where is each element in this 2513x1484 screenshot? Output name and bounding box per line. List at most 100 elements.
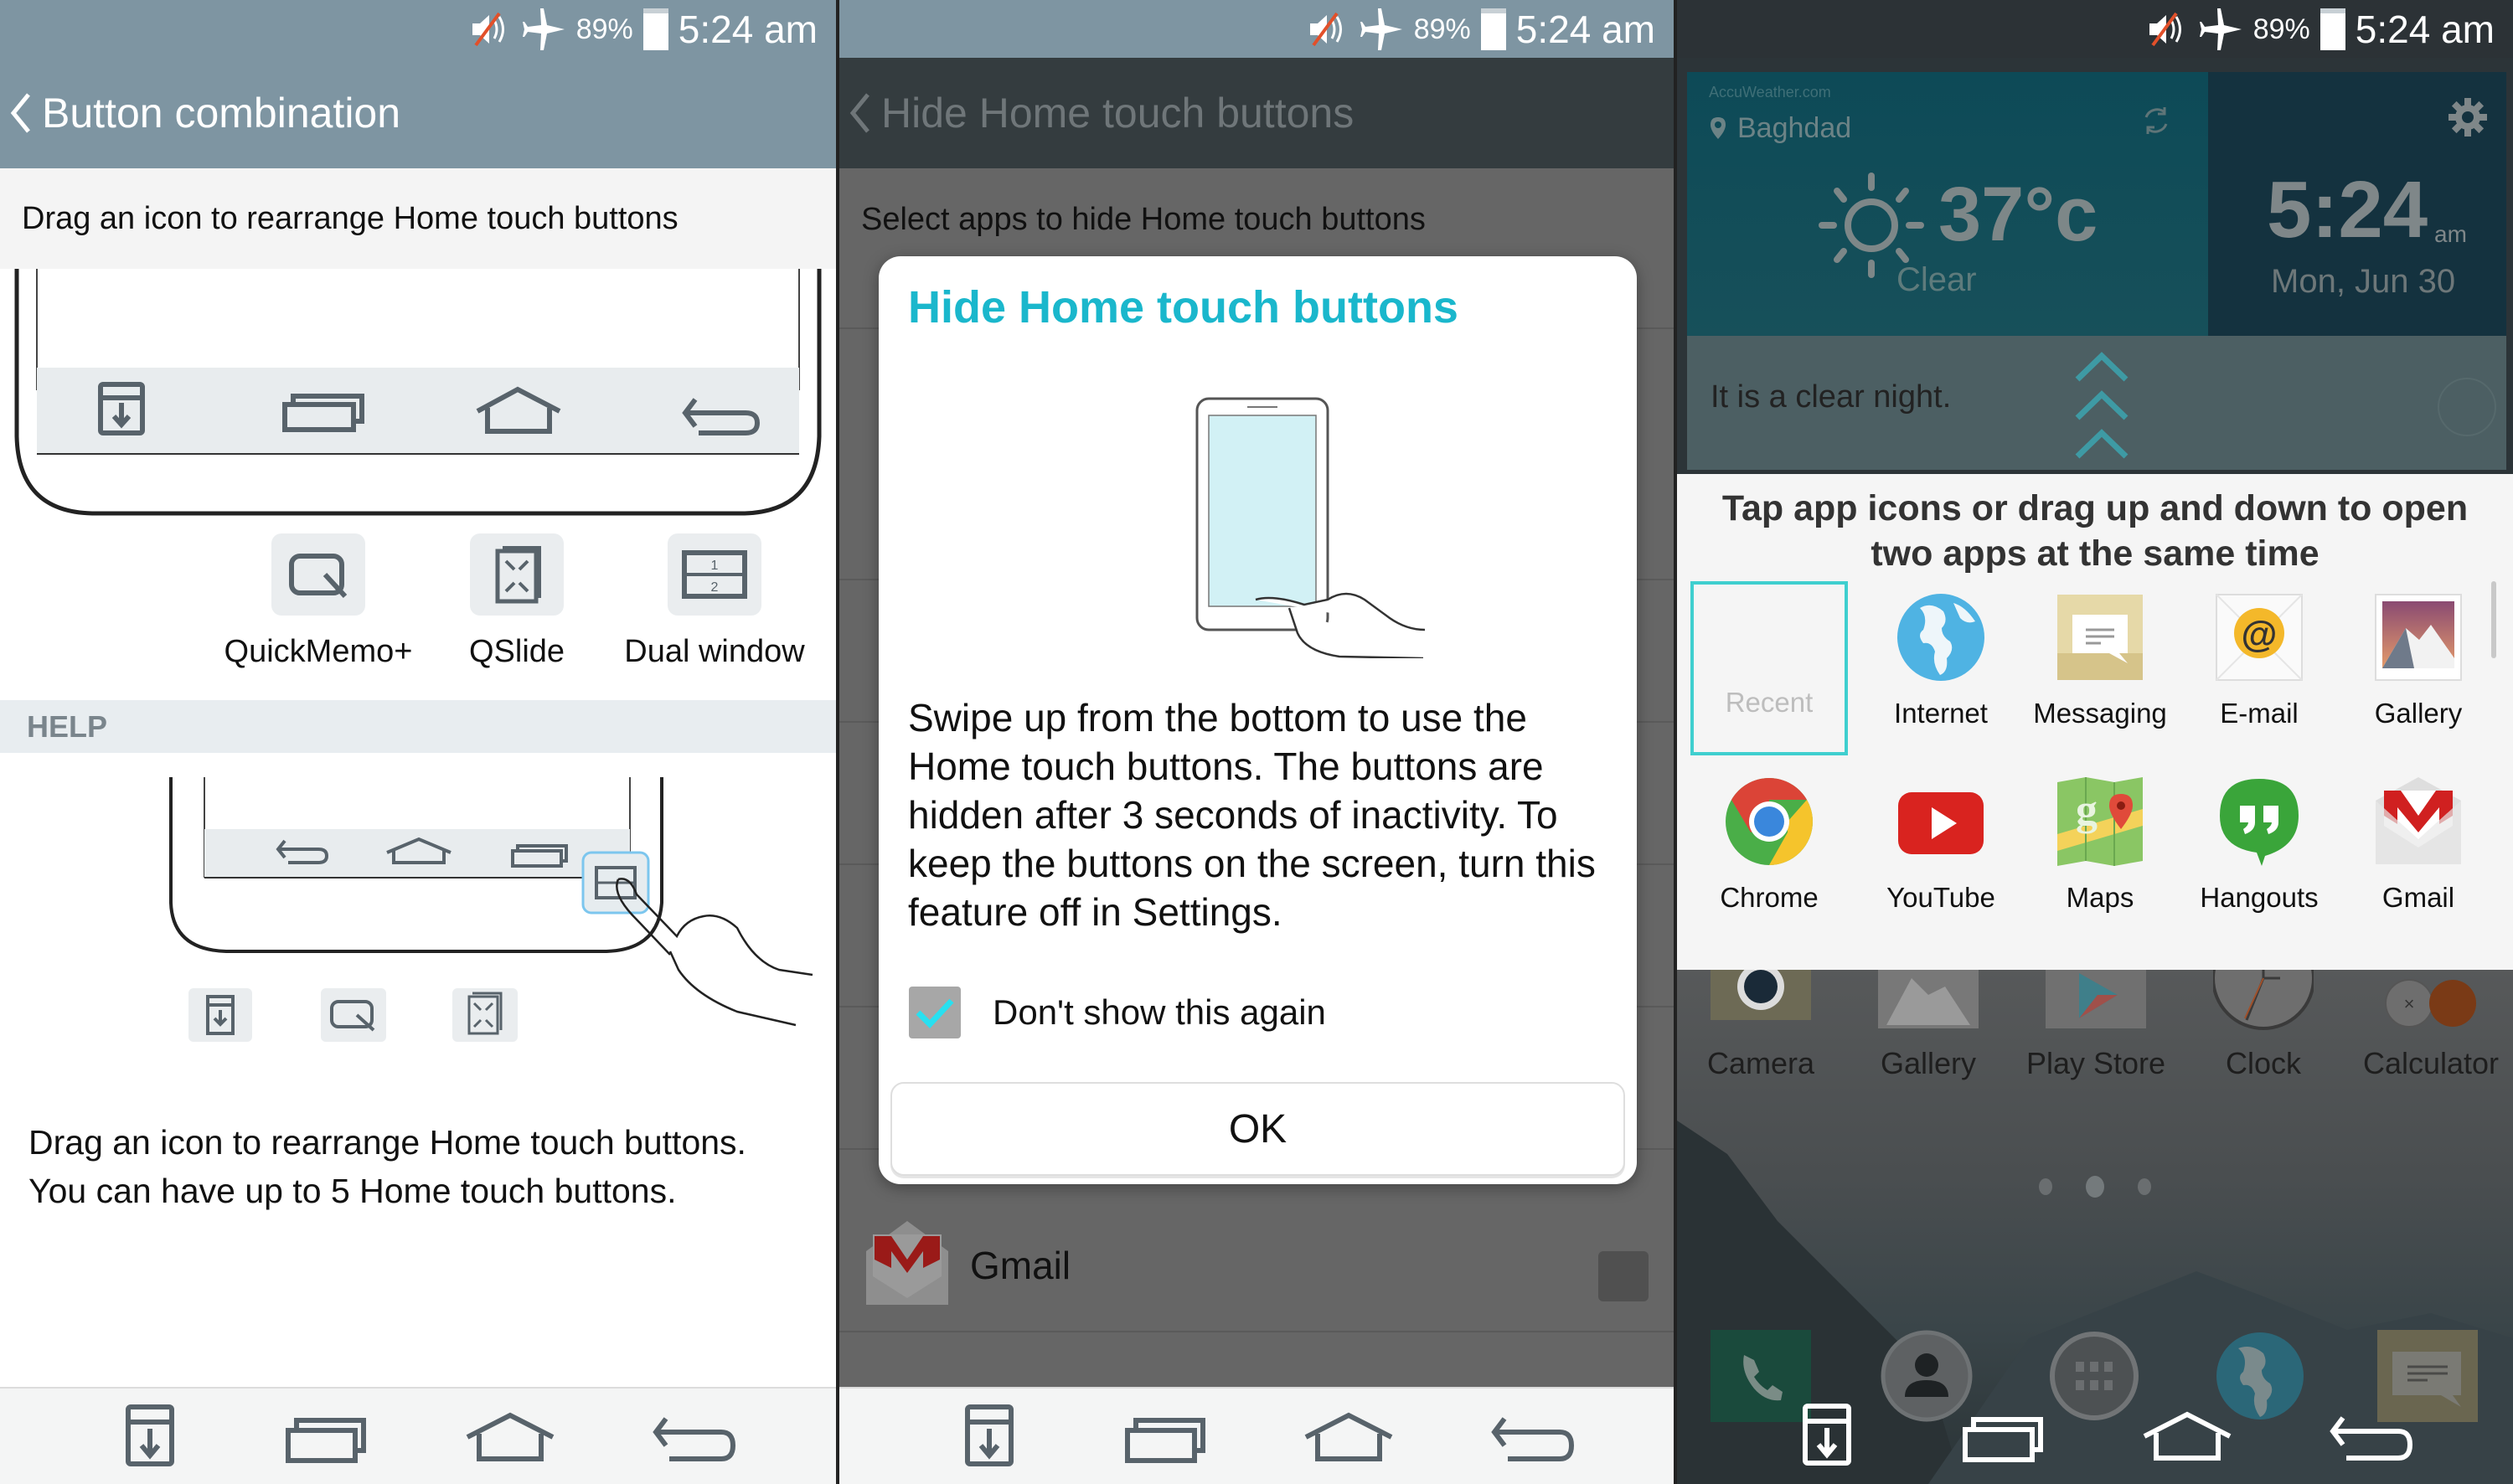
svg-text:2: 2 — [711, 580, 719, 595]
notification-pull-button[interactable] — [927, 1394, 1036, 1478]
clock-ampm: am — [2434, 221, 2467, 247]
app-youtube[interactable]: YouTube — [1861, 775, 2020, 914]
title-bar: Button combination — [0, 58, 836, 168]
quickmemo-icon — [289, 554, 348, 599]
back-button[interactable] — [639, 1394, 748, 1478]
app-chrome[interactable]: Chrome — [1690, 775, 1849, 914]
checkmark-icon — [916, 998, 954, 1029]
option-label: QSlide — [468, 634, 565, 669]
home-app-clock[interactable]: Clock — [2180, 926, 2347, 1081]
back-button[interactable] — [2316, 1394, 2425, 1477]
home-button[interactable] — [2133, 1394, 2242, 1477]
chrome-icon — [1726, 778, 1813, 865]
recent-apps-button[interactable] — [1948, 1394, 2057, 1477]
weather-message-strip: It is a clear night. — [1687, 336, 2506, 470]
option-label: QuickMemo+ — [224, 634, 413, 669]
page-dot[interactable] — [2039, 1178, 2052, 1195]
calculator-icon: × — [2385, 979, 2476, 1028]
dual-window-app-picker: Tap app icons or drag up and down to ope… — [1677, 474, 2513, 970]
app-label: Chrome — [1720, 882, 1819, 913]
notification-pull-icon — [964, 1404, 1014, 1466]
checkbox[interactable] — [909, 987, 961, 1038]
home-icon — [2143, 1411, 2232, 1461]
app-gmail[interactable]: Gmail — [2339, 775, 2498, 914]
title-bar: Hide Home touch buttons — [839, 58, 1674, 168]
status-time: 5:24 am — [1515, 8, 1655, 51]
page-indicator — [1677, 1176, 2513, 1198]
battery-percent: 89% — [575, 13, 633, 45]
recent-apps-icon — [286, 1418, 367, 1463]
list-item-gmail[interactable]: Gmail — [839, 1209, 1674, 1327]
home-app-camera[interactable]: Camera — [1677, 963, 1845, 1081]
gear-icon[interactable] — [2448, 97, 2488, 137]
list-item-checkbox[interactable] — [1598, 1251, 1649, 1301]
home-button[interactable] — [456, 1394, 565, 1478]
maps-icon: g — [2057, 777, 2143, 866]
app-maps[interactable]: g Maps — [2020, 775, 2180, 914]
home-app-play-store[interactable]: Play Store — [2012, 970, 2180, 1081]
home-app-gallery[interactable]: Gallery — [1845, 970, 2012, 1081]
ok-button[interactable]: OK — [890, 1082, 1625, 1176]
app-label: Messaging — [2033, 698, 2167, 729]
help-text-line: Drag an icon to rearrange Home touch but… — [28, 1123, 746, 1162]
weather-condition: Clear — [1896, 261, 1977, 298]
app-label: Hangouts — [2200, 882, 2319, 913]
battery-percent: 89% — [2252, 13, 2310, 45]
airplane-mode-icon — [2199, 8, 2242, 50]
dont-show-again-checkbox[interactable]: Don't show this again — [909, 987, 1326, 1038]
clock-icon — [2211, 926, 2315, 1030]
app-messaging[interactable]: Messaging — [2020, 591, 2180, 729]
home-icon — [1304, 1412, 1392, 1461]
option-qslide[interactable]: QSlide — [416, 533, 617, 670]
notification-pull-button[interactable] — [88, 1394, 197, 1478]
home-app-calculator[interactable]: × Calculator — [2347, 970, 2513, 1081]
recent-apps-button[interactable] — [271, 1394, 380, 1478]
weather-widget[interactable]: AccuWeather.com Baghdad 37°c Clear — [1687, 72, 2208, 336]
recent-apps-button[interactable] — [1111, 1394, 1220, 1478]
dialog-title: Hide Home touch buttons — [908, 282, 1458, 332]
gallery-icon — [1878, 970, 1979, 1028]
page-title: Button combination — [42, 90, 401, 137]
notification-pull-button[interactable] — [1765, 1394, 1874, 1477]
app-gallery[interactable]: Gallery — [2339, 591, 2498, 729]
option-dual-window[interactable]: 12 Dual window — [614, 533, 815, 670]
clock-widget[interactable]: 5:24 am Mon, Jun 30 — [2208, 72, 2506, 336]
page-dot-active[interactable] — [2086, 1176, 2104, 1198]
app-hangouts[interactable]: Hangouts — [2180, 775, 2339, 914]
app-internet[interactable]: Internet — [1861, 591, 2020, 729]
status-time: 5:24 am — [2355, 8, 2495, 51]
dropdown-circle-icon[interactable] — [2438, 378, 2496, 436]
app-label: Gallery — [2374, 698, 2463, 729]
battery-icon — [1480, 8, 1506, 50]
home-button[interactable] — [1294, 1394, 1403, 1478]
camera-icon — [1711, 963, 1811, 1020]
messaging-icon — [2057, 595, 2143, 680]
app-label: Gmail — [2381, 882, 2455, 913]
recent-slot[interactable]: Recent — [1690, 581, 1848, 755]
option-label: Dual window — [624, 634, 805, 669]
back-chevron-icon[interactable] — [843, 88, 878, 138]
refresh-icon[interactable] — [2139, 104, 2173, 137]
hide-buttons-dialog: Hide Home touch buttons Swipe up from th… — [879, 256, 1637, 1184]
back-icon — [1490, 1417, 1574, 1461]
recent-apps-icon — [1124, 1418, 1205, 1463]
expand-up-icon[interactable] — [2072, 348, 2131, 461]
back-icon — [653, 1417, 736, 1461]
clock-time: 5:24 — [2267, 165, 2428, 255]
list-item-label: Gmail — [970, 1244, 1071, 1287]
help-illustration — [169, 777, 813, 1042]
home-touch-buttons — [839, 1387, 1674, 1484]
home-touch-buttons — [1677, 1387, 2513, 1484]
option-quickmemo[interactable]: QuickMemo+ — [218, 533, 419, 670]
dual-window-instruction: Tap app icons or drag up and down to ope… — [1721, 488, 2469, 574]
airplane-mode-icon — [522, 8, 565, 50]
home-touch-buttons — [0, 1387, 836, 1484]
back-button[interactable] — [1478, 1394, 1587, 1478]
app-label: E-mail — [2220, 698, 2299, 729]
app-email[interactable]: @ E-mail — [2180, 591, 2339, 729]
page-dot[interactable] — [2138, 1178, 2151, 1195]
svg-text:@: @ — [2242, 614, 2278, 655]
weather-city: Baghdad — [1737, 112, 1852, 144]
back-chevron-icon[interactable] — [3, 88, 39, 138]
help-text: Drag an icon to rearrange Home touch but… — [28, 1118, 816, 1215]
